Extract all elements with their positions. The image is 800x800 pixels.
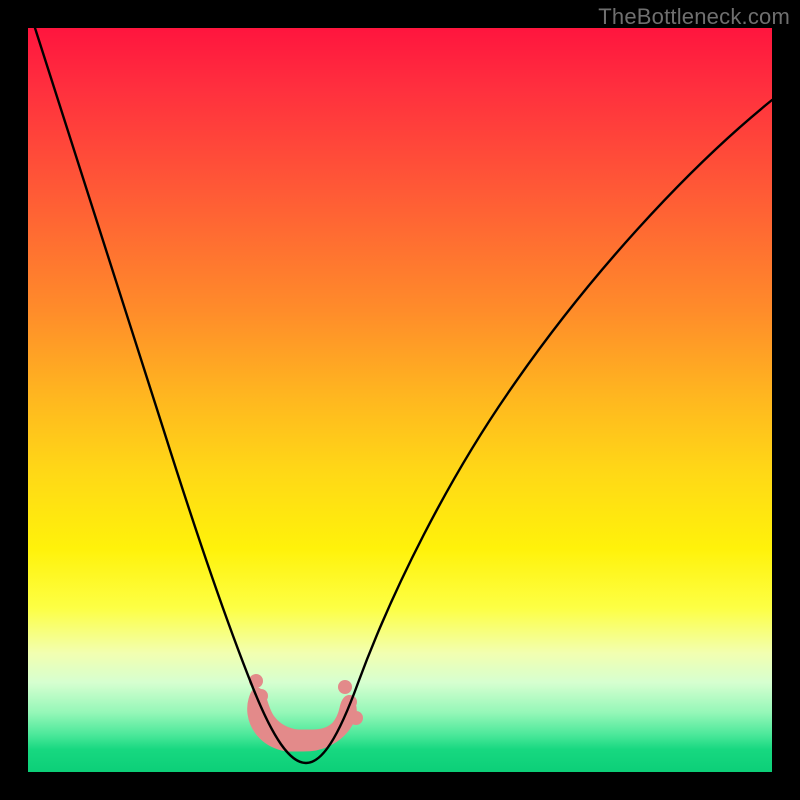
chart-svg <box>28 28 772 772</box>
watermark-text: TheBottleneck.com <box>598 4 790 30</box>
plot-area <box>28 28 772 772</box>
chart-frame: TheBottleneck.com <box>0 0 800 800</box>
marker-dot <box>338 680 352 694</box>
bottleneck-curve <box>35 28 772 763</box>
marker-dot <box>349 711 363 725</box>
